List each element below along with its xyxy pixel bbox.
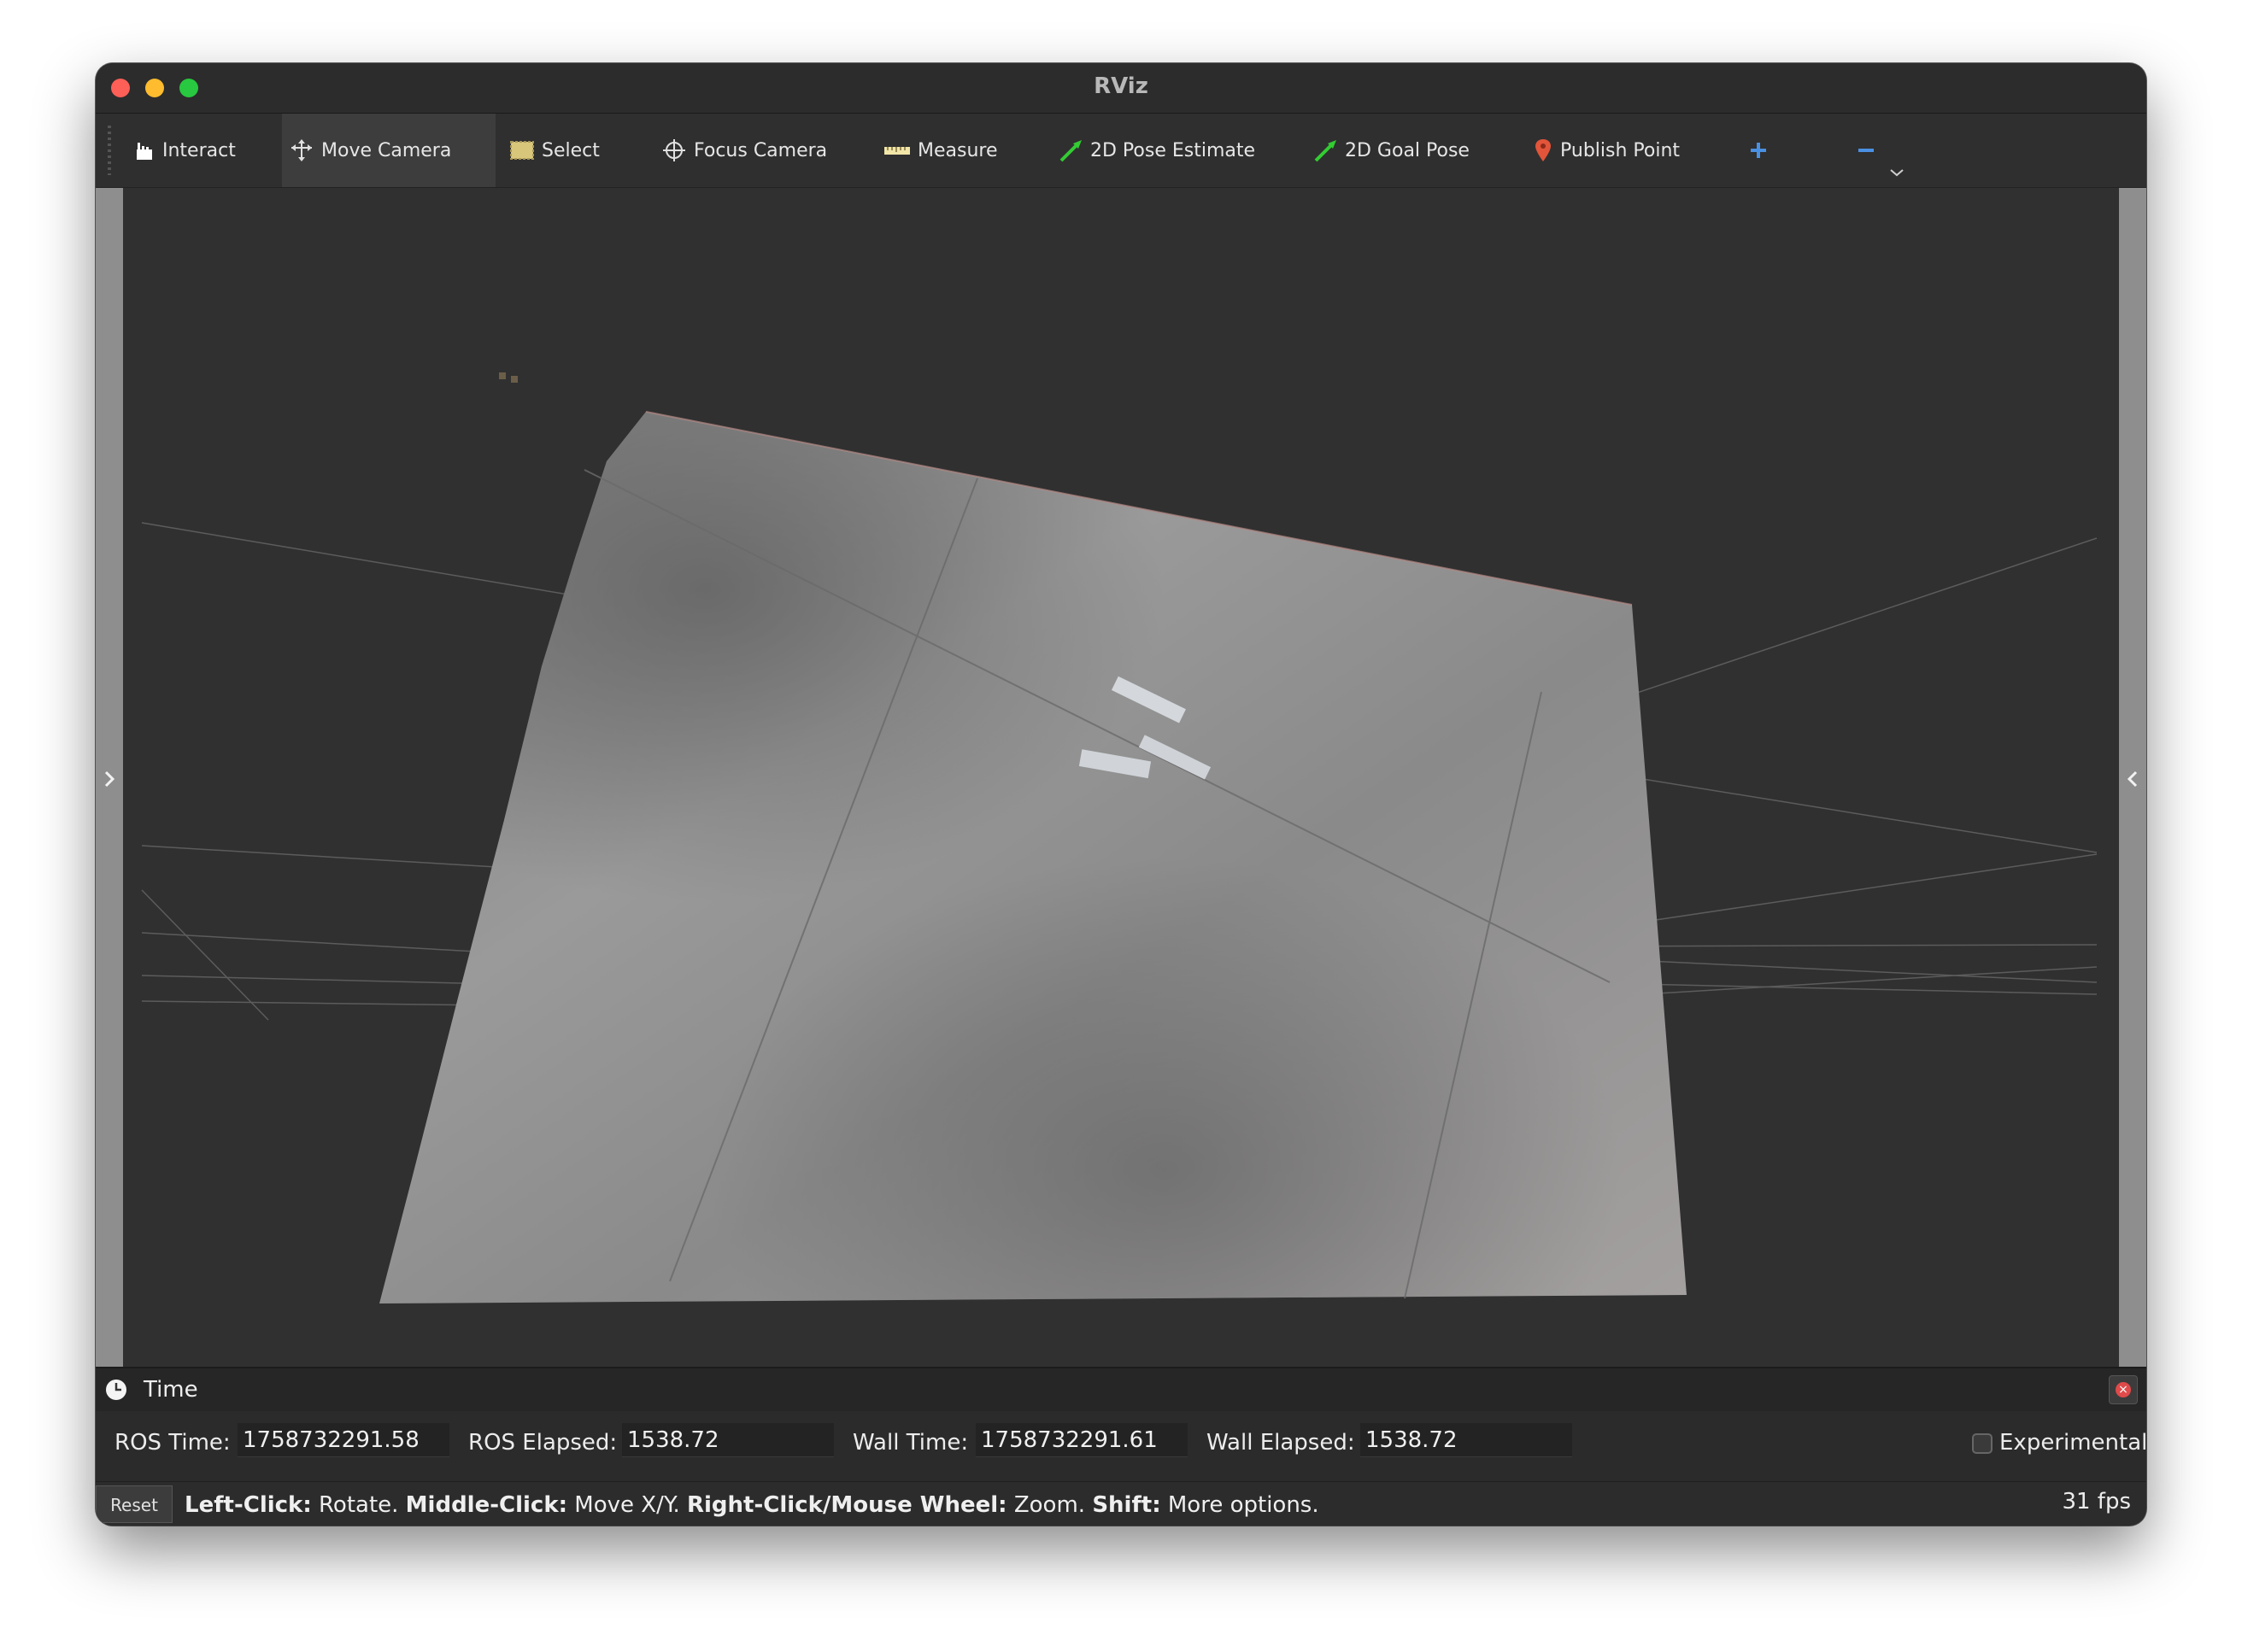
chevron-right-icon: [104, 770, 115, 788]
chevron-left-icon: [2127, 770, 2138, 788]
map-pin-icon: [1535, 139, 1551, 161]
right-panel-toggle[interactable]: [2119, 188, 2146, 1367]
hint-text: Rotate.: [311, 1492, 406, 1518]
tool-interact[interactable]: Interact: [121, 114, 248, 187]
reset-button[interactable]: Reset: [96, 1485, 173, 1523]
plus-icon: [1751, 143, 1766, 158]
wall-elapsed-field[interactable]: 1538.72: [1360, 1423, 1572, 1457]
ros-time-label: ROS Time:: [114, 1430, 231, 1456]
tool-label: Move Camera: [321, 139, 452, 161]
experimental-label: Experimental: [1999, 1430, 2146, 1456]
tool-label: Measure: [918, 139, 998, 161]
mouse-hint-text: Left-Click: Rotate. Middle-Click: Move X…: [185, 1492, 1319, 1518]
green-arrow-icon: [1314, 140, 1336, 162]
left-panel-toggle[interactable]: [96, 188, 123, 1367]
toolbar-grip-handle[interactable]: [108, 126, 111, 175]
hint-text: Zoom.: [1007, 1492, 1093, 1518]
clock-icon: [106, 1380, 126, 1400]
crosshair-icon: [663, 139, 685, 161]
status-bar: Reset Left-Click: Rotate. Middle-Click: …: [96, 1481, 2146, 1526]
tool-label: Publish Point: [1560, 139, 1681, 161]
time-panel-title: Time: [144, 1377, 198, 1403]
tool-select[interactable]: Select: [509, 114, 600, 187]
title-bar: RViz: [96, 63, 2146, 114]
tool-label: Focus Camera: [694, 139, 828, 161]
time-panel: Time × ROS Time: 1758732291.58 ROS Elaps…: [96, 1367, 2146, 1481]
fps-counter: 31 fps: [2062, 1489, 2131, 1514]
ruler-icon: [884, 147, 910, 155]
wall-time-field[interactable]: 1758732291.61: [976, 1423, 1188, 1457]
time-panel-header: Time ×: [96, 1368, 2146, 1411]
ros-time-field[interactable]: 1758732291.58: [238, 1423, 449, 1457]
tool-focus-camera[interactable]: Focus Camera: [661, 114, 827, 187]
tool-label: Select: [542, 139, 600, 161]
chevron-down-icon[interactable]: [1888, 167, 1905, 178]
hand-cursor-icon: [137, 143, 152, 160]
hint-text: More options.: [1160, 1492, 1319, 1518]
ros-elapsed-field[interactable]: 1538.72: [622, 1423, 834, 1457]
close-panel-button[interactable]: ×: [2109, 1375, 2138, 1404]
rviz-window: RViz Interact Move Camera Select Focus C…: [96, 63, 2146, 1526]
tool-label: Interact: [162, 139, 236, 161]
tool-publish-point[interactable]: Publish Point: [1533, 114, 1680, 187]
tool-toolbar: Interact Move Camera Select Focus Camera: [96, 114, 2146, 188]
tool-move-camera[interactable]: Move Camera: [282, 114, 496, 187]
add-tool-button[interactable]: [1748, 114, 1775, 187]
point-cloud-scene: [141, 372, 2098, 1303]
ros-elapsed-label: ROS Elapsed:: [468, 1430, 618, 1456]
tool-2d-pose-estimate[interactable]: 2D Pose Estimate: [1058, 114, 1255, 187]
green-arrow-icon: [1059, 140, 1082, 162]
move-arrows-icon: [291, 139, 312, 161]
3d-render-view[interactable]: [123, 188, 2119, 1367]
window-title: RViz: [1094, 73, 1148, 99]
tool-2d-goal-pose[interactable]: 2D Goal Pose: [1312, 114, 1470, 187]
hint-key: Left-Click:: [185, 1492, 312, 1518]
tool-measure[interactable]: Measure: [883, 114, 998, 187]
hint-key: Middle-Click:: [405, 1492, 568, 1518]
tool-label: 2D Pose Estimate: [1090, 139, 1256, 161]
select-box-icon: [510, 141, 534, 160]
minus-icon: [1858, 149, 1874, 152]
close-icon: ×: [2116, 1382, 2131, 1397]
hint-text: Move X/Y.: [567, 1492, 687, 1518]
remove-tool-button[interactable]: [1856, 114, 1883, 187]
wall-time-label: Wall Time:: [853, 1430, 969, 1456]
hint-key: Right-Click/Mouse Wheel:: [687, 1492, 1007, 1518]
tool-label: 2D Goal Pose: [1345, 139, 1470, 161]
hint-key: Shift:: [1092, 1492, 1161, 1518]
experimental-checkbox[interactable]: [1972, 1433, 1993, 1454]
wall-elapsed-label: Wall Elapsed:: [1206, 1430, 1355, 1456]
